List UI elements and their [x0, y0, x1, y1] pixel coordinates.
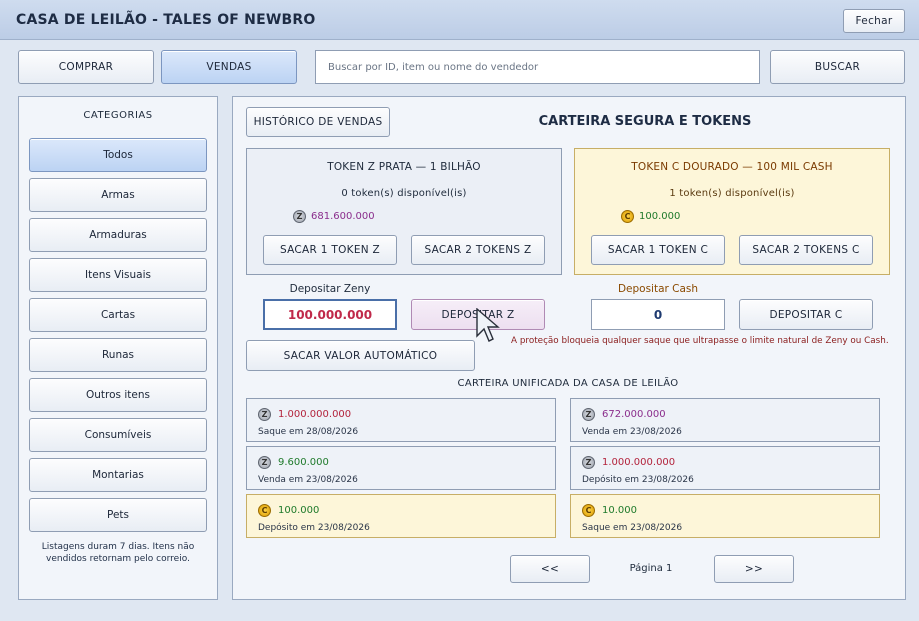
zeny-coin-icon: Z [258, 408, 271, 421]
buy-tab[interactable]: COMPRAR [18, 50, 154, 84]
sidebar-item-pets[interactable]: Pets [29, 498, 207, 532]
sidebar-item-cartas[interactable]: Cartas [29, 298, 207, 332]
sidebar-item-armas[interactable]: Armas [29, 178, 207, 212]
deposit-cash-label: Depositar Cash [617, 283, 699, 295]
withdraw-1-token-z-button[interactable]: SACAR 1 TOKEN Z [263, 235, 397, 265]
unified-wallet-title: CARTEIRA UNIFICADA DA CASA DE LEILÃO [457, 378, 679, 389]
window-title: CASA DE LEILÃO - TALES OF NEWBRO [16, 12, 316, 28]
search-button[interactable]: BUSCAR [770, 50, 905, 84]
token-z-balance: 681.600.000 [311, 211, 375, 222]
wallet-entry: Z 1.000.000.000 Depósito em 23/08/2026 [570, 446, 880, 490]
deposit-zeny-input[interactable]: 100.000.000 [263, 299, 397, 330]
wallet-entry-amount: 9.600.000 [278, 457, 329, 468]
categories-title: CATEGORIAS [83, 110, 153, 121]
wallet-entry: C 100.000 Depósito em 23/08/2026 [246, 494, 556, 538]
sidebar-item-runas[interactable]: Runas [29, 338, 207, 372]
wallet-entry-description: Venda em 23/08/2026 [258, 475, 358, 485]
cash-coin-icon: C [258, 504, 271, 517]
token-z-available: 0 token(s) disponível(is) [341, 188, 467, 199]
token-c-available: 1 token(s) disponível(is) [669, 188, 795, 199]
auto-withdraw-button[interactable]: SACAR VALOR AUTOMÁTICO [246, 340, 475, 371]
listing-note-line2: vendidos retornam pelo correio. [46, 554, 190, 564]
token-c-title: TOKEN C DOURADO — 100 MIL CASH [631, 161, 833, 173]
zeny-coin-icon: Z [582, 408, 595, 421]
zeny-coin-icon: Z [258, 456, 271, 469]
sidebar-item-montarias[interactable]: Montarias [29, 458, 207, 492]
wallet-heading: CARTEIRA SEGURA E TOKENS [538, 114, 752, 129]
wallet-entry-amount: 1.000.000.000 [278, 409, 352, 420]
sidebar-item-outros-itens[interactable]: Outros itens [29, 378, 207, 412]
prev-page-button[interactable]: << [510, 555, 590, 583]
wallet-entry-amount: 1.000.000.000 [602, 457, 676, 468]
sales-history-button[interactable]: HISTÓRICO DE VENDAS [246, 107, 390, 137]
next-page-button[interactable]: >> [714, 555, 794, 583]
withdraw-2-tokens-c-button[interactable]: SACAR 2 TOKENS C [739, 235, 873, 265]
mouse-cursor-icon [476, 308, 500, 342]
wallet-entry-description: Depósito em 23/08/2026 [258, 523, 370, 533]
wallet-entry-amount: 100.000 [278, 505, 320, 516]
deposit-zeny-label: Depositar Zeny [289, 283, 371, 295]
sidebar-item-armaduras[interactable]: Armaduras [29, 218, 207, 252]
search-input[interactable]: Buscar por ID, item ou nome do vendedor [315, 50, 760, 84]
listing-note-line1: Listagens duram 7 dias. Itens não [41, 542, 195, 552]
sell-tab[interactable]: VENDAS [161, 50, 297, 84]
cash-coin-icon: C [582, 504, 595, 517]
wallet-entry-description: Venda em 23/08/2026 [582, 427, 682, 437]
sidebar-item-todos[interactable]: Todos [29, 138, 207, 172]
zeny-coin-icon: Z [293, 210, 306, 223]
wallet-entry: Z 672.000.000 Venda em 23/08/2026 [570, 398, 880, 442]
wallet-entry-amount: 672.000.000 [602, 409, 666, 420]
wallet-entry-description: Saque em 23/08/2026 [582, 523, 683, 533]
close-button[interactable]: Fechar [843, 9, 905, 33]
token-z-title: TOKEN Z PRATA — 1 BILHÃO [327, 161, 481, 173]
cash-coin-icon: C [621, 210, 634, 223]
withdraw-2-tokens-z-button[interactable]: SACAR 2 TOKENS Z [411, 235, 545, 265]
wallet-entry-amount: 10.000 [602, 505, 637, 516]
withdraw-1-token-c-button[interactable]: SACAR 1 TOKEN C [591, 235, 725, 265]
deposit-c-button[interactable]: DEPOSITAR C [739, 299, 873, 330]
listing-note: Listagens duram 7 dias. Itens não vendid… [32, 541, 204, 565]
page-indicator: Página 1 [629, 563, 673, 574]
wallet-entry-description: Saque em 28/08/2026 [258, 427, 359, 437]
deposit-cash-input[interactable]: 0 [591, 299, 725, 330]
protection-note: A proteção bloqueia qualquer saque que u… [511, 336, 889, 346]
title-bar: CASA DE LEILÃO - TALES OF NEWBRO [0, 0, 919, 40]
token-c-balance: 100.000 [639, 211, 681, 222]
wallet-entry: Z 9.600.000 Venda em 23/08/2026 [246, 446, 556, 490]
sidebar-item-consumiveis[interactable]: Consumíveis [29, 418, 207, 452]
wallet-entry: Z 1.000.000.000 Saque em 28/08/2026 [246, 398, 556, 442]
zeny-coin-icon: Z [582, 456, 595, 469]
wallet-entry: C 10.000 Saque em 23/08/2026 [570, 494, 880, 538]
sidebar-item-itens-visuais[interactable]: Itens Visuais [29, 258, 207, 292]
wallet-entry-description: Depósito em 23/08/2026 [582, 475, 694, 485]
